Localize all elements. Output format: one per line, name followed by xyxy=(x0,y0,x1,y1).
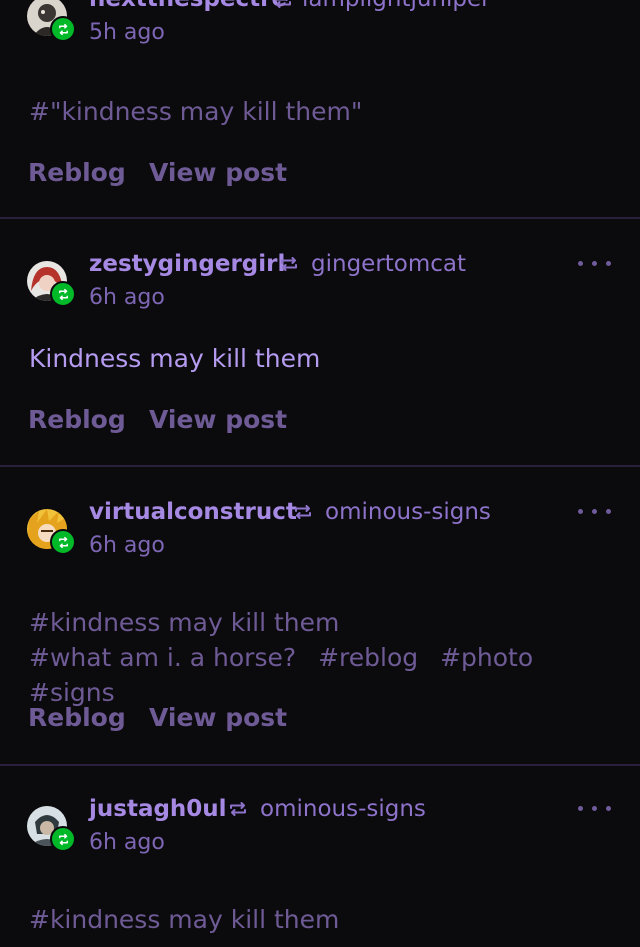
reblog-button[interactable]: Reblog xyxy=(28,158,126,187)
view-post-button[interactable]: View post xyxy=(149,158,287,187)
tag[interactable]: #"kindness may kill them" xyxy=(29,97,362,126)
tag[interactable]: #kindness may kill them xyxy=(29,608,339,637)
avatar[interactable] xyxy=(27,0,76,42)
reblog-icon xyxy=(58,23,68,35)
post-card: justagh0ul ominous-signs 6h ago #kindnes… xyxy=(0,766,640,947)
avatar[interactable] xyxy=(27,806,76,852)
reblog-button[interactable]: Reblog xyxy=(28,405,126,434)
tag[interactable]: #kindness may kill them xyxy=(29,905,339,934)
reblog-icon xyxy=(58,833,68,845)
view-post-button[interactable]: View post xyxy=(149,703,287,732)
post-tags: #kindness may kill them #what am i. a ho… xyxy=(29,605,589,710)
post-source[interactable]: ominous-signs xyxy=(260,796,426,822)
more-options-icon[interactable] xyxy=(578,806,612,814)
reblog-icon xyxy=(295,505,311,519)
more-options-icon[interactable] xyxy=(578,0,612,2)
reblog-badge xyxy=(50,281,76,307)
post-source[interactable]: ominous-signs xyxy=(325,499,491,525)
reblog-icon xyxy=(275,0,291,8)
post-author[interactable]: virtualconstruct xyxy=(89,499,297,525)
tag[interactable]: #photo xyxy=(440,643,533,672)
post-timestamp: 6h ago xyxy=(89,533,165,558)
reblog-button[interactable]: Reblog xyxy=(28,703,126,732)
reblog-badge xyxy=(50,529,76,555)
avatar[interactable] xyxy=(27,509,76,555)
post-card: virtualconstruct ominous-signs 6h ago #k… xyxy=(0,467,640,765)
avatar[interactable] xyxy=(27,261,76,307)
reblog-badge xyxy=(50,16,76,42)
activity-feed: nextthespectre lamplightjuniper 5h ago #… xyxy=(0,0,640,947)
post-author[interactable]: justagh0ul xyxy=(89,796,227,822)
reblog-icon xyxy=(230,802,246,816)
more-options-icon[interactable] xyxy=(578,261,612,269)
post-source[interactable]: lamplightjuniper xyxy=(302,0,491,12)
tag[interactable]: #reblog xyxy=(318,643,418,672)
reblog-icon xyxy=(58,536,68,548)
post-author[interactable]: zestygingergirl xyxy=(89,251,285,277)
post-tags: #kindness may kill them xyxy=(29,902,589,937)
reblog-icon xyxy=(58,288,68,300)
post-card: zestygingergirl gingertomcat 6h ago Kind… xyxy=(0,219,640,466)
post-body: Kindness may kill them xyxy=(29,344,321,373)
post-source[interactable]: gingertomcat xyxy=(311,251,466,277)
post-timestamp: 6h ago xyxy=(89,285,165,310)
tag[interactable]: #what am i. a horse? xyxy=(29,643,296,672)
reblog-badge xyxy=(50,826,76,852)
view-post-button[interactable]: View post xyxy=(149,405,287,434)
post-tags: #"kindness may kill them" xyxy=(29,94,589,129)
post-card: nextthespectre lamplightjuniper 5h ago #… xyxy=(0,0,640,218)
reblog-icon xyxy=(281,257,297,271)
post-author[interactable]: nextthespectre xyxy=(89,0,287,12)
more-options-icon[interactable] xyxy=(578,509,612,517)
post-timestamp: 5h ago xyxy=(89,20,165,45)
post-timestamp: 6h ago xyxy=(89,830,165,855)
